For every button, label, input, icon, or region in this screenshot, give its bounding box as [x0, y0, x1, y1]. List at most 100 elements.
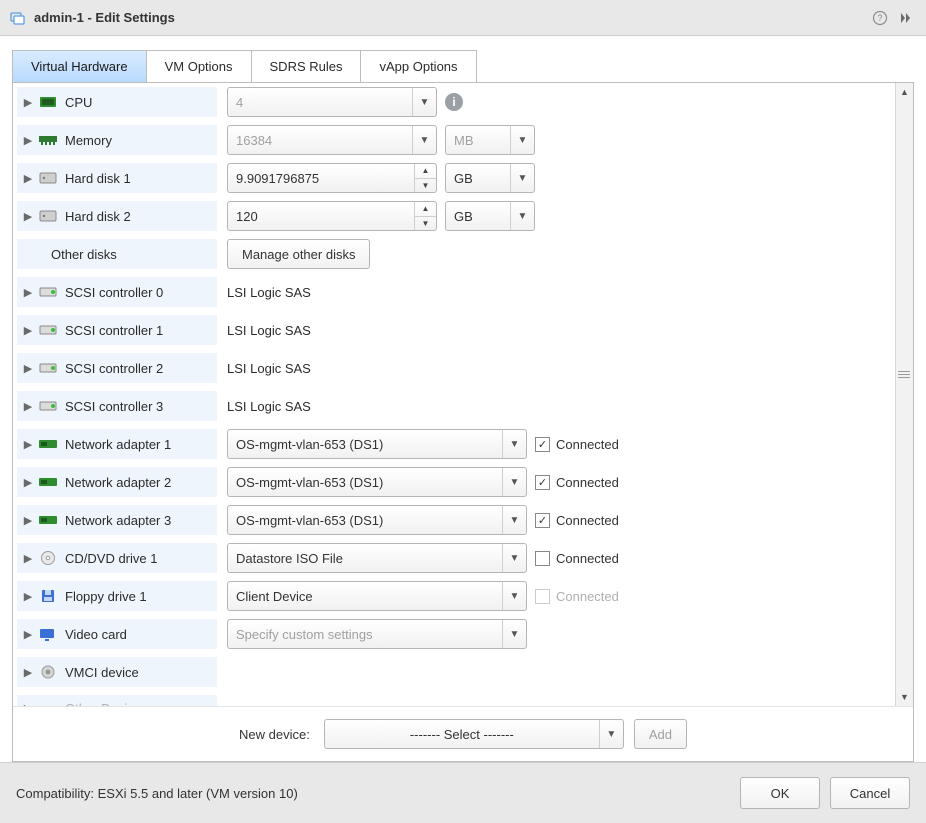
scrollbar-grip[interactable] [898, 365, 910, 383]
chevron-down-icon: ▼ [502, 468, 526, 496]
floppy-label: Floppy drive 1 [65, 589, 147, 604]
expander-other-devices[interactable]: ▶ [21, 702, 35, 707]
hd2-label: Hard disk 2 [65, 209, 131, 224]
label-col-scsi3: ▶ SCSI controller 3 [17, 391, 217, 421]
row-scsi0: ▶ SCSI controller 0 LSI Logic SAS [13, 273, 895, 311]
net2-network-combo[interactable]: OS-mgmt-vlan-653 (DS1) ▼ [227, 467, 527, 497]
expander-scsi1[interactable]: ▶ [21, 324, 35, 337]
memory-unit-combo[interactable]: MB ▼ [445, 125, 535, 155]
new-device-select[interactable]: ------- Select ------- ▼ [324, 719, 624, 749]
expander-scsi3[interactable]: ▶ [21, 400, 35, 413]
expander-hd2[interactable]: ▶ [21, 210, 35, 223]
ok-button[interactable]: OK [740, 777, 820, 809]
net3-value: OS-mgmt-vlan-653 (DS1) [228, 513, 502, 528]
expander-net3[interactable]: ▶ [21, 514, 35, 527]
scsi0-value: LSI Logic SAS [227, 285, 311, 300]
scsi1-value: LSI Logic SAS [227, 323, 311, 338]
label-col-net2: ▶ Network adapter 2 [17, 467, 217, 497]
tab-sdrs-rules[interactable]: SDRS Rules [252, 51, 362, 82]
expander-vmci[interactable]: ▶ [21, 666, 35, 679]
video-settings-combo[interactable]: Specify custom settings ▼ [227, 619, 527, 649]
video-value: Specify custom settings [228, 627, 502, 642]
cddvd-connected-checkbox[interactable] [535, 551, 550, 566]
scsi1-label: SCSI controller 1 [65, 323, 163, 338]
hd2-unit-combo[interactable]: GB ▼ [445, 201, 535, 231]
expander-hd1[interactable]: ▶ [21, 172, 35, 185]
expander-net2[interactable]: ▶ [21, 476, 35, 489]
hardware-scrollarea: ▶ CPU 4 ▼ i [13, 83, 913, 706]
chevron-down-icon: ▼ [502, 582, 526, 610]
expander-net1[interactable]: ▶ [21, 438, 35, 451]
tab-vapp-options[interactable]: vApp Options [361, 51, 475, 82]
net3-connected-label: Connected [556, 513, 619, 528]
expander-cpu[interactable]: ▶ [21, 96, 35, 109]
net2-connected-label: Connected [556, 475, 619, 490]
net3-label: Network adapter 3 [65, 513, 171, 528]
row-video: ▶ Video card Specify custom settings ▼ [13, 615, 895, 653]
memory-value-combo[interactable]: 16384 ▼ [227, 125, 437, 155]
hd1-size-spinner[interactable]: 9.9091796875 ▲▼ [227, 163, 437, 193]
cddvd-source-combo[interactable]: Datastore ISO File ▼ [227, 543, 527, 573]
spinner-arrows[interactable]: ▲▼ [414, 164, 436, 192]
tab-virtual-hardware[interactable]: Virtual Hardware [13, 51, 147, 82]
expander-scsi0[interactable]: ▶ [21, 286, 35, 299]
other-disks-label: Other disks [51, 247, 117, 262]
network-adapter-icon [37, 511, 59, 529]
scroll-up-arrow[interactable]: ▲ [896, 83, 913, 101]
row-scsi1: ▶ SCSI controller 1 LSI Logic SAS [13, 311, 895, 349]
cddvd-connected-label: Connected [556, 551, 619, 566]
expander-video[interactable]: ▶ [21, 628, 35, 641]
chevron-down-icon: ▼ [502, 430, 526, 458]
expander-scsi2[interactable]: ▶ [21, 362, 35, 375]
scroll-down-arrow[interactable]: ▼ [896, 688, 913, 706]
chevron-down-icon: ▼ [599, 720, 623, 748]
tab-vm-options[interactable]: VM Options [147, 51, 252, 82]
window-title: admin-1 - Edit Settings [34, 10, 864, 25]
row-net1: ▶ Network adapter 1 OS-mgmt-vlan-653 (DS… [13, 425, 895, 463]
chevron-down-icon: ▼ [502, 620, 526, 648]
vertical-scrollbar[interactable]: ▲ ▼ [895, 83, 913, 706]
label-col-cpu: ▶ CPU [17, 87, 217, 117]
label-col-memory: ▶ Memory [17, 125, 217, 155]
hd2-size-spinner[interactable]: 120 ▲▼ [227, 201, 437, 231]
help-icon[interactable]: ? [870, 8, 890, 28]
hd1-unit-combo[interactable]: GB ▼ [445, 163, 535, 193]
new-device-placeholder: ------- Select ------- [325, 727, 599, 742]
scsi2-label: SCSI controller 2 [65, 361, 163, 376]
cpu-label: CPU [65, 95, 92, 110]
floppy-connected-checkbox [535, 589, 550, 604]
hd2-unit: GB [446, 209, 510, 224]
scrollbar-track[interactable] [896, 101, 913, 688]
label-col-other-devices: ▶ Other Devices [17, 695, 217, 706]
row-scsi2: ▶ SCSI controller 2 LSI Logic SAS [13, 349, 895, 387]
label-col-video: ▶ Video card [17, 619, 217, 649]
expander-cddvd[interactable]: ▶ [21, 552, 35, 565]
chevron-down-icon: ▼ [502, 544, 526, 572]
cancel-button[interactable]: Cancel [830, 777, 910, 809]
expander-memory[interactable]: ▶ [21, 134, 35, 147]
net3-connected-checkbox[interactable] [535, 513, 550, 528]
net1-network-combo[interactable]: OS-mgmt-vlan-653 (DS1) ▼ [227, 429, 527, 459]
floppy-icon [37, 587, 59, 605]
cpu-count-combo[interactable]: 4 ▼ [227, 87, 437, 117]
scsi3-value: LSI Logic SAS [227, 399, 311, 414]
row-cddvd: ▶ CD/DVD drive 1 Datastore ISO File ▼ [13, 539, 895, 577]
memory-value: 16384 [228, 133, 412, 148]
cpu-count-value: 4 [228, 95, 412, 110]
net2-connected-checkbox[interactable] [535, 475, 550, 490]
net3-network-combo[interactable]: OS-mgmt-vlan-653 (DS1) ▼ [227, 505, 527, 535]
row-hd2: ▶ Hard disk 2 120 ▲▼ [13, 197, 895, 235]
expander-floppy[interactable]: ▶ [21, 590, 35, 603]
manage-other-disks-button[interactable]: Manage other disks [227, 239, 370, 269]
label-col-other-disks: Other disks [17, 239, 217, 269]
vm-window-icon [10, 10, 26, 26]
net1-connected-checkbox[interactable] [535, 437, 550, 452]
add-device-button[interactable]: Add [634, 719, 687, 749]
row-other-devices: ▶ Other Devices [13, 691, 895, 706]
expand-icon[interactable] [896, 8, 916, 28]
floppy-source-combo[interactable]: Client Device ▼ [227, 581, 527, 611]
info-icon[interactable]: i [445, 93, 463, 111]
floppy-value: Client Device [228, 589, 502, 604]
spinner-arrows[interactable]: ▲▼ [414, 202, 436, 230]
hd2-size-value: 120 [228, 209, 414, 224]
